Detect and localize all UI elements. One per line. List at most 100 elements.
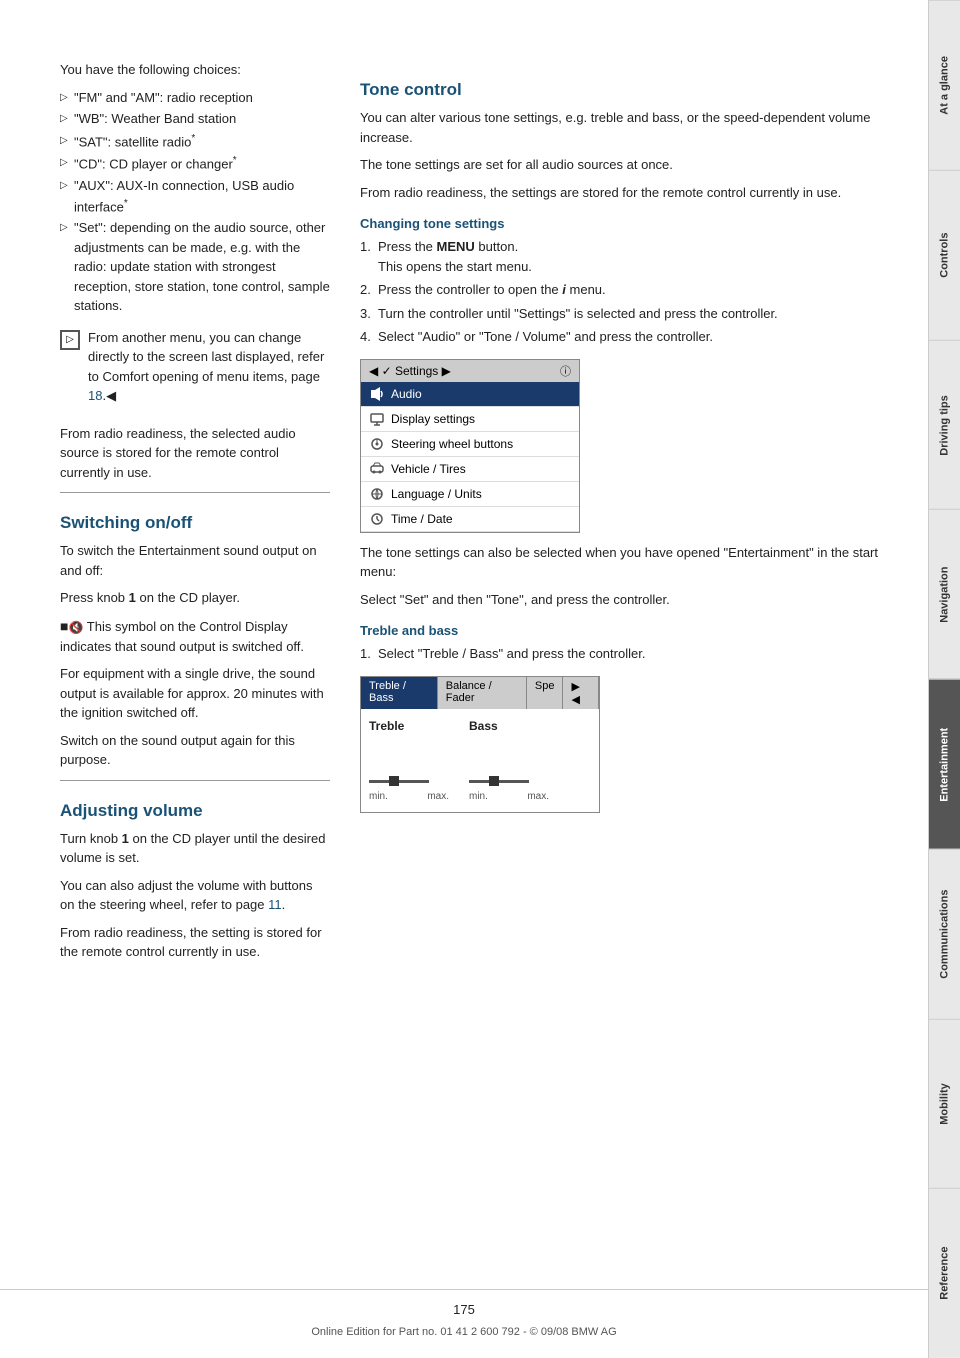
menu-item-audio-label: Audio xyxy=(391,387,422,401)
settings-header-label: ◀ ✓ Settings ▶ xyxy=(369,364,451,378)
main-content: You have the following choices: "FM" and… xyxy=(0,0,928,1358)
language-icon xyxy=(369,486,385,502)
step-4: Select "Audio" or "Tone / Volume" and pr… xyxy=(360,327,908,347)
bass-minmax: min. max. xyxy=(469,791,549,802)
tab-treble-bass[interactable]: Treble / Bass xyxy=(361,677,438,709)
menu-item-time: Time / Date xyxy=(361,507,579,532)
treble-slider-area xyxy=(369,737,449,787)
adjusting-body3: From radio readiness, the setting is sto… xyxy=(60,923,330,962)
treble-slider-track[interactable] xyxy=(369,780,429,783)
bass-slider-area xyxy=(469,737,549,787)
asterisk-cd: * xyxy=(233,155,237,166)
audio-icon xyxy=(369,386,385,402)
bass-slider-track[interactable] xyxy=(469,780,529,783)
treble-step-1: Select "Treble / Bass" and press the con… xyxy=(360,644,908,664)
menu-item-audio: Audio xyxy=(361,382,579,407)
switching-symbol-text: ■🔇 This symbol on the Control Display in… xyxy=(60,616,330,657)
page-bottom: 175 Online Edition for Part no. 01 41 2 … xyxy=(0,1289,928,1358)
choice-aux: "AUX": AUX-In connection, USB audio inte… xyxy=(60,176,330,216)
from-radio-text: From radio readiness, the selected audio… xyxy=(60,424,330,483)
switching-body1: To switch the Entertainment sound output… xyxy=(60,541,330,580)
steering-icon xyxy=(369,436,385,452)
intro-text: You have the following choices: xyxy=(60,60,330,80)
choice-set: "Set": depending on the audio source, ot… xyxy=(60,218,330,316)
bass-slider-handle[interactable] xyxy=(489,776,499,786)
after-menu1: The tone settings can also be selected w… xyxy=(360,543,908,582)
treble-slider-handle[interactable] xyxy=(389,776,399,786)
sidebar-tab-driving-tips[interactable]: Driving tips xyxy=(929,340,960,510)
choice-wb: "WB": Weather Band station xyxy=(60,109,330,129)
sidebar-tab-reference[interactable]: Reference xyxy=(929,1188,960,1358)
switching-body2: Press knob 1 on the CD player. xyxy=(60,588,330,608)
menu-item-display: Display settings xyxy=(361,407,579,432)
menu-item-vehicle: Vehicle / Tires xyxy=(361,457,579,482)
step-2: Press the controller to open the i menu. xyxy=(360,280,908,300)
menu-item-steering: Steering wheel buttons xyxy=(361,432,579,457)
settings-menu-header: ◀ ✓ Settings ▶ ⓘ xyxy=(361,360,579,382)
sidebar-tab-at-a-glance[interactable]: At a glance xyxy=(929,0,960,170)
steps-list: Press the MENU button.This opens the sta… xyxy=(360,237,908,347)
treble-minmax: min. max. xyxy=(369,791,449,802)
adjusting-body2: You can also adjust the volume with butt… xyxy=(60,876,330,915)
tab-balance-fader[interactable]: Balance / Fader xyxy=(438,677,527,709)
divider-2 xyxy=(60,780,330,781)
note-text: From another menu, you can change direct… xyxy=(88,328,330,406)
tone-intro2: The tone settings are set for all audio … xyxy=(360,155,908,175)
adjusting-body1: Turn knob 1 on the CD player until the d… xyxy=(60,829,330,868)
tone-intro1: You can alter various tone settings, e.g… xyxy=(360,108,908,147)
switching-body3: For equipment with a single drive, the s… xyxy=(60,664,330,723)
menu-item-language: Language / Units xyxy=(361,482,579,507)
bass-control: Bass min. max. xyxy=(469,719,549,802)
divider-1 xyxy=(60,492,330,493)
menu-item-language-label: Language / Units xyxy=(391,487,482,501)
adjusting-title: Adjusting volume xyxy=(60,801,330,821)
sidebar-tab-controls[interactable]: Controls xyxy=(929,170,960,340)
choice-cd: "CD": CD player or changer* xyxy=(60,153,330,174)
settings-header-icon: ⓘ xyxy=(560,363,571,379)
sidebar-tab-navigation[interactable]: Navigation xyxy=(929,509,960,679)
menu-item-time-label: Time / Date xyxy=(391,512,453,526)
right-column: Tone control You can alter various tone … xyxy=(360,60,908,1298)
tab-spe[interactable]: Spe xyxy=(527,677,564,709)
menu-item-display-label: Display settings xyxy=(391,412,475,426)
treble-bass-title: Treble and bass xyxy=(360,623,908,638)
treble-label: Treble xyxy=(369,719,404,733)
treble-bass-steps: Select "Treble / Bass" and press the con… xyxy=(360,644,908,664)
changing-tone-title: Changing tone settings xyxy=(360,216,908,231)
tone-title: Tone control xyxy=(360,80,908,100)
sidebar-tab-entertainment[interactable]: Entertainment xyxy=(929,679,960,849)
bass-min-label: min. xyxy=(469,791,488,802)
right-sidebar: At a glance Controls Driving tips Naviga… xyxy=(928,0,960,1358)
step-1: Press the MENU button.This opens the sta… xyxy=(360,237,908,276)
switching-body4: Switch on the sound output again for thi… xyxy=(60,731,330,770)
choice-sat: "SAT": satellite radio* xyxy=(60,131,330,152)
note-icon: ▷ xyxy=(60,330,80,350)
bass-max-label: max. xyxy=(527,791,549,802)
tab-arrow[interactable]: ▶ ◀ xyxy=(563,677,599,709)
menu-item-vehicle-label: Vehicle / Tires xyxy=(391,462,466,476)
bass-label: Bass xyxy=(469,719,498,733)
page-number: 175 xyxy=(311,1300,616,1320)
footer-text: Online Edition for Part no. 01 41 2 600 … xyxy=(311,1324,616,1341)
sidebar-tab-communications[interactable]: Communications xyxy=(929,849,960,1019)
sidebar-tab-mobility[interactable]: Mobility xyxy=(929,1019,960,1189)
switching-title: Switching on/off xyxy=(60,513,330,533)
page-link-11[interactable]: 11 xyxy=(268,897,282,912)
choices-list: "FM" and "AM": radio reception "WB": Wea… xyxy=(60,88,330,316)
tone-intro3: From radio readiness, the settings are s… xyxy=(360,183,908,203)
menu-item-steering-label: Steering wheel buttons xyxy=(391,437,513,451)
page-container: You have the following choices: "FM" and… xyxy=(0,0,960,1358)
step-3: Turn the controller until "Settings" is … xyxy=(360,304,908,324)
tone-panel: Treble / Bass Balance / Fader Spe ▶ ◀ Tr… xyxy=(360,676,600,813)
left-column: You have the following choices: "FM" and… xyxy=(60,60,330,1298)
asterisk-aux: * xyxy=(124,198,128,209)
choice-fm: "FM" and "AM": radio reception xyxy=(60,88,330,108)
display-icon xyxy=(369,411,385,427)
after-menu2: Select "Set" and then "Tone", and press … xyxy=(360,590,908,610)
time-icon xyxy=(369,511,385,527)
page-link-18[interactable]: 18 xyxy=(88,388,102,403)
tone-controls: Treble min. max. xyxy=(361,709,599,812)
vehicle-icon xyxy=(369,461,385,477)
treble-min-label: min. xyxy=(369,791,388,802)
asterisk-sat: * xyxy=(191,133,195,144)
